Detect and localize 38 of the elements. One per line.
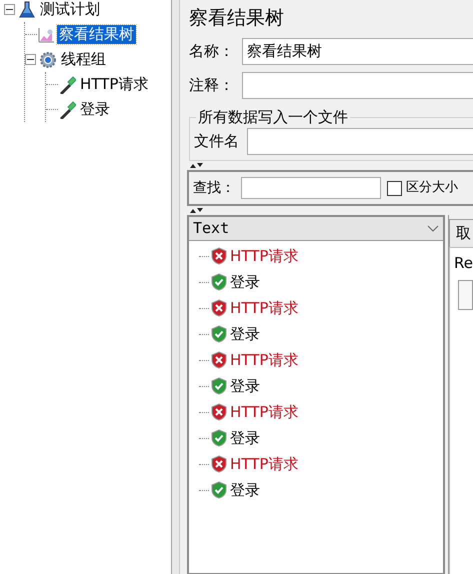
- search-label: 查找：: [193, 178, 235, 198]
- result-item[interactable]: HTTP请求: [230, 400, 298, 424]
- flask-icon: [18, 0, 36, 18]
- case-checkbox[interactable]: [387, 180, 402, 196]
- dropper-icon: [58, 76, 76, 94]
- chevron-down-icon: [427, 224, 439, 232]
- result-item[interactable]: HTTP请求: [230, 244, 298, 268]
- tree-item[interactable]: 线程组: [59, 50, 108, 69]
- dropper-icon: [58, 100, 76, 118]
- collapse-toggle-icon[interactable]: [4, 4, 15, 15]
- result-item[interactable]: HTTP请求: [230, 348, 298, 372]
- splitter-arrows-icon: [189, 162, 203, 169]
- name-field[interactable]: 察看结果树: [242, 38, 473, 64]
- group-title: 所有数据写入一个文件: [197, 108, 349, 126]
- gear-icon: [39, 50, 57, 68]
- result-item[interactable]: 登录: [230, 478, 260, 502]
- checkbox-label: 区分大小: [406, 179, 458, 198]
- tree-item[interactable]: 察看结果树: [57, 25, 136, 44]
- filename-label: 文件名: [194, 130, 239, 152]
- result-item[interactable]: 登录: [230, 426, 260, 450]
- detail-label: Re: [454, 252, 473, 274]
- name-label: 名称：: [189, 40, 234, 62]
- tree-item[interactable]: 测试计划: [38, 0, 102, 19]
- result-item[interactable]: HTTP请求: [230, 452, 298, 476]
- result-item[interactable]: 登录: [230, 270, 260, 294]
- result-item[interactable]: 登录: [230, 322, 260, 346]
- tree-item[interactable]: HTTP请求: [78, 75, 150, 94]
- tree-item[interactable]: 登录: [78, 100, 112, 119]
- comment-label: 注释：: [189, 74, 234, 96]
- splitter-arrows-icon: [189, 207, 203, 214]
- result-item[interactable]: HTTP请求: [230, 296, 298, 320]
- detail-tab[interactable]: 取: [449, 219, 473, 246]
- result-item[interactable]: 登录: [230, 374, 260, 398]
- splitter-bar[interactable]: [172, 0, 180, 574]
- panel-title: 察看结果树: [189, 6, 285, 31]
- collapse-toggle-icon[interactable]: [25, 54, 36, 65]
- renderer-dropdown[interactable]: Text: [189, 217, 443, 241]
- search-field[interactable]: [241, 177, 381, 199]
